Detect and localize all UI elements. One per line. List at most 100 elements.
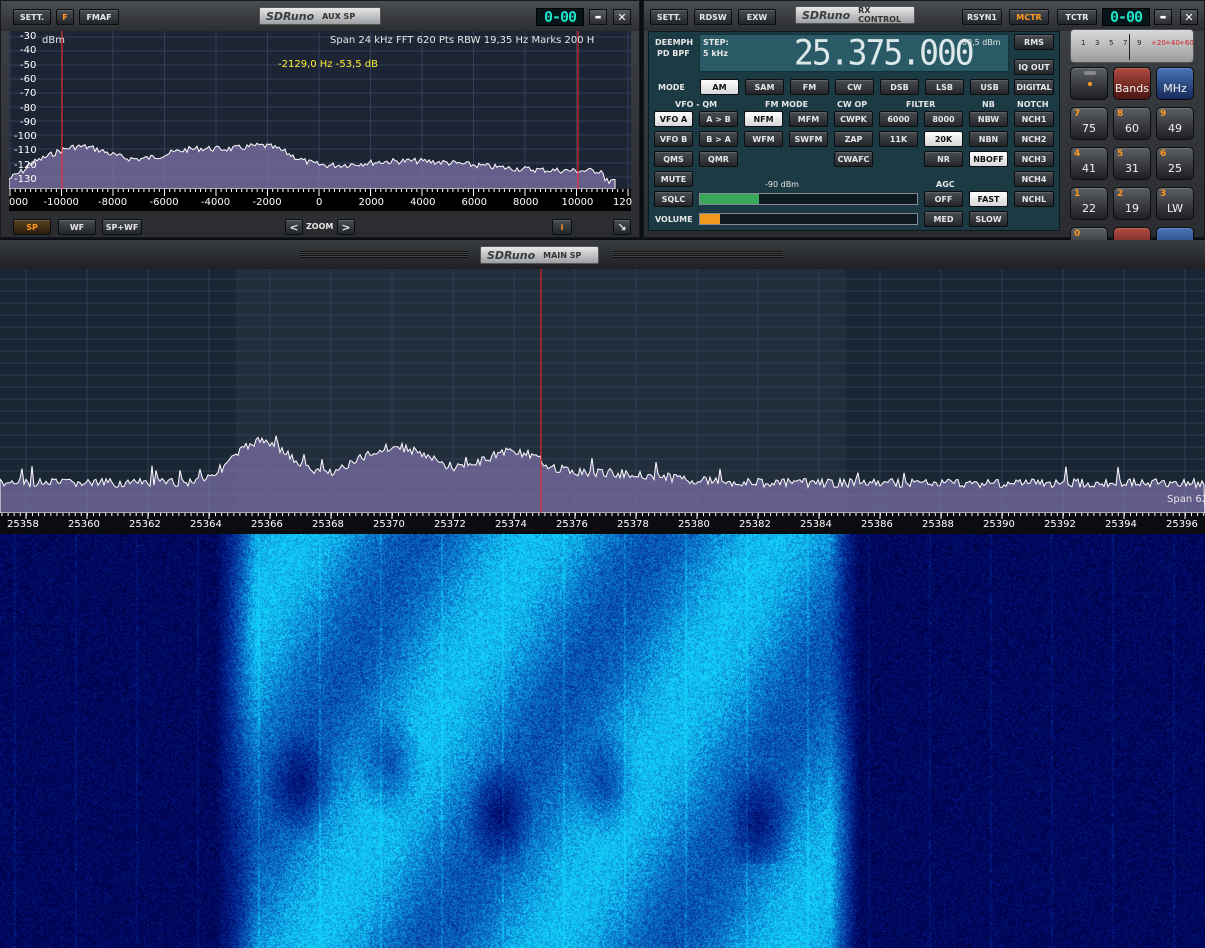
aux-minimize-button[interactable]: ▬ [589,9,607,25]
aux-zoom-out-button[interactable]: < [285,219,303,235]
rms-button[interactable]: RMS [1014,34,1054,50]
nbn-button[interactable]: NBN [969,131,1008,147]
filter-11k-button[interactable]: 11K [879,131,918,147]
keypad-key-60[interactable]: 8 60 [1113,107,1151,140]
aux-y-tick: -60 [20,74,36,85]
nch3-button[interactable]: NCH3 [1014,151,1054,167]
main-brand: SDRuno [487,249,535,262]
main-x-tick: 25392 [1044,519,1076,530]
tctr-button[interactable]: TCTR [1057,9,1097,25]
aux-sp-button[interactable]: SP [13,219,51,235]
digital-button[interactable]: DIGITAL [1014,79,1054,95]
aux-resize-button[interactable]: ↘ [613,219,631,235]
aux-dbm-label: dBm [42,35,65,46]
mode-usb-button[interactable]: USB [970,79,1009,95]
sqlc-button[interactable]: SQLC [654,191,693,207]
mode-dsb-button[interactable]: DSB [880,79,919,95]
main-sp-title-bar[interactable] [0,240,1205,269]
nbw-button[interactable]: NBW [969,111,1008,127]
keypad-key-22[interactable]: 1 22 [1070,187,1108,220]
mfm-button[interactable]: MFM [789,111,828,127]
waterfall-display[interactable] [0,534,1205,948]
cwpk-button[interactable]: CWPK [834,111,873,127]
main-x-tick: 25364 [190,519,222,530]
rsyn1-button[interactable]: RSYN1 [962,9,1002,25]
keypad-key-75[interactable]: 7 75 [1070,107,1108,140]
vfo-b-button[interactable]: VFO B [654,131,693,147]
main-spectrum-plot[interactable] [0,269,1205,534]
aux-close-button[interactable]: ✕ [613,9,631,25]
keypad-digit: 7 [1074,109,1080,119]
keypad-key-25[interactable]: 6 25 [1156,147,1194,180]
filter-8000-button[interactable]: 8000 [924,111,963,127]
filter-20k-button[interactable]: 20K [924,131,963,147]
nchl-button[interactable]: NCHL [1014,191,1054,207]
nboff-button[interactable]: NBOFF [969,151,1008,167]
agc-med-button[interactable]: MED [924,211,963,227]
a-to-b-button[interactable]: A > B [699,111,738,127]
aux-y-tick: -80 [20,103,36,114]
rx-control-window: SETT. RDSW EXW SDRuno RX CONTROL RSYN1 M… [643,0,1205,238]
aux-info-button[interactable]: i [552,219,572,235]
zap-button[interactable]: ZAP [834,131,873,147]
nfm-button[interactable]: NFM [744,111,783,127]
keypad-key-49[interactable]: 9 49 [1156,107,1194,140]
nch4-button[interactable]: NCH4 [1014,171,1054,187]
mode-lsb-button[interactable]: LSB [925,79,964,95]
nch1-button[interactable]: NCH1 [1014,111,1054,127]
vfo-a-button[interactable]: VFO A [654,111,693,127]
aux-sp-wf-button[interactable]: SP+WF [102,219,142,235]
s-meter-tick: 3 [1095,39,1099,47]
aux-y-tick: -50 [20,60,36,71]
exw-button[interactable]: EXW [738,9,776,25]
squelch-slider[interactable] [699,193,918,205]
squelch-value: -90 dBm [765,180,799,189]
volume-slider[interactable] [699,213,918,225]
keypad-key-power[interactable] [1070,67,1108,100]
step-value[interactable]: 5 kHz [703,49,728,58]
cwafc-button[interactable]: CWAFC [834,151,873,167]
mode-am-button[interactable]: AM [700,79,739,95]
qmr-button[interactable]: QMR [699,151,738,167]
iq-out-button[interactable]: IQ OUT [1014,59,1054,75]
mode-cw-button[interactable]: CW [835,79,874,95]
nr-button[interactable]: NR [924,151,963,167]
wfm-button[interactable]: WFM [744,131,783,147]
keypad-key-lw[interactable]: 3 LW [1156,187,1194,220]
rx-minimize-button[interactable]: ▬ [1154,9,1172,25]
mode-fm-button[interactable]: FM [790,79,829,95]
aux-settings-button[interactable]: SETT. [13,9,51,25]
deemph-label[interactable]: DEEMPH [655,38,693,47]
mute-button[interactable]: MUTE [654,171,693,187]
aux-spectrum-plot[interactable] [9,31,631,211]
keypad-key-31[interactable]: 5 31 [1113,147,1151,180]
agc-slow-button[interactable]: SLOW [969,211,1008,227]
main-x-tick: 25362 [129,519,161,530]
aux-f-button[interactable]: F [56,9,74,25]
b-to-a-button[interactable]: B > A [699,131,738,147]
agc-fast-button[interactable]: FAST [969,191,1008,207]
swfm-button[interactable]: SWFM [789,131,828,147]
filter-6000-button[interactable]: 6000 [879,111,918,127]
keypad-key-41[interactable]: 4 41 [1070,147,1108,180]
rdsw-button[interactable]: RDSW [694,9,732,25]
rx-settings-button[interactable]: SETT. [650,9,688,25]
keypad-label: 22 [1071,202,1107,215]
aux-zoom-in-button[interactable]: > [337,219,355,235]
nch2-button[interactable]: NCH2 [1014,131,1054,147]
mctr-button[interactable]: MCTR [1009,9,1049,25]
qms-button[interactable]: QMS [654,151,693,167]
keypad-key-19[interactable]: 2 19 [1113,187,1151,220]
aux-fmaf-button[interactable]: FMAF [79,9,119,25]
keypad-digit: 0 [1074,229,1080,239]
rx-logo: SDRuno RX CONTROL [795,6,915,24]
aux-wf-button[interactable]: WF [58,219,96,235]
mode-sam-button[interactable]: SAM [745,79,784,95]
power-knob-icon [1084,71,1096,75]
keypad-key-bands[interactable]: Bands [1113,67,1151,100]
agc-off-button[interactable]: OFF [924,191,963,207]
rx-close-button[interactable]: ✕ [1180,9,1198,25]
frequency-readout[interactable]: 25.375.000 [794,32,973,73]
pd-bpf-label[interactable]: PD BPF [657,49,690,58]
keypad-key-mhz[interactable]: MHz [1156,67,1194,100]
